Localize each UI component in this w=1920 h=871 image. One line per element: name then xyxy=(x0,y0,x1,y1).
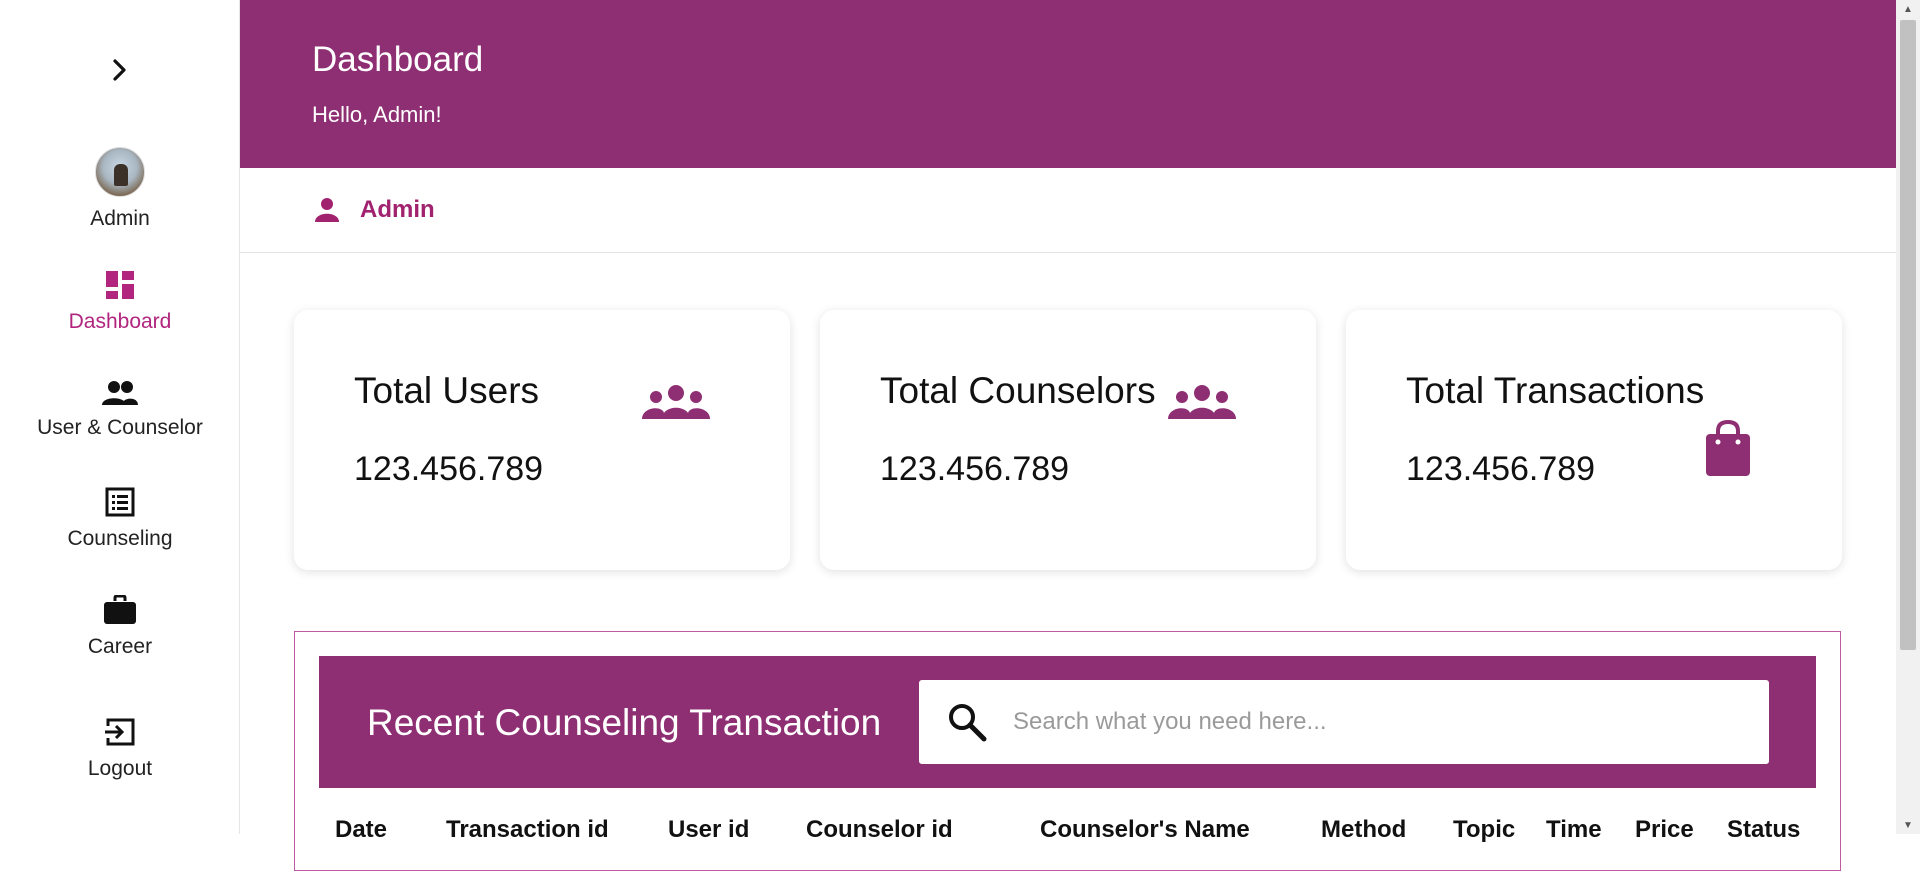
page-scrollbar[interactable]: ▲ ▼ xyxy=(1896,0,1920,834)
column-header-topic[interactable]: Topic xyxy=(1453,816,1515,844)
sidebar-item-dashboard[interactable]: Dashboard xyxy=(0,270,240,334)
page-title: Dashboard xyxy=(312,40,484,79)
column-header-transaction-id[interactable]: Transaction id xyxy=(446,816,609,844)
dashboard-icon xyxy=(106,271,134,299)
current-user-name[interactable]: Admin xyxy=(360,196,435,224)
transactions-header: Recent Counseling Transaction xyxy=(319,656,1816,788)
column-header-status[interactable]: Status xyxy=(1727,816,1800,844)
sidebar-item-label: User & Counselor xyxy=(37,416,203,439)
stat-card-total-transactions: Total Transactions 123.456.789 xyxy=(1346,310,1842,570)
stat-value: 123.456.789 xyxy=(880,450,1070,488)
sidebar-item-career[interactable]: Career xyxy=(0,595,240,659)
search-box[interactable] xyxy=(919,680,1769,764)
column-header-time[interactable]: Time xyxy=(1546,816,1602,844)
stat-card-total-users: Total Users 123.456.789 xyxy=(294,310,790,570)
column-header-date[interactable]: Date xyxy=(335,816,387,844)
stat-card-total-counselors: Total Counselors 123.456.789 xyxy=(820,310,1316,570)
chevron-right-icon xyxy=(113,59,126,81)
stat-title: Total Users xyxy=(354,370,540,411)
sidebar-item-label: Career xyxy=(87,635,153,658)
sidebar-item-label: Admin xyxy=(90,207,150,230)
user-icon xyxy=(315,198,339,222)
transactions-panel: Recent Counseling Transaction Date Trans… xyxy=(294,631,1841,871)
stat-value: 123.456.789 xyxy=(354,450,544,488)
transactions-title: Recent Counseling Transaction xyxy=(367,702,882,743)
search-icon[interactable] xyxy=(947,702,987,742)
sidebar: Admin Dashboard User & Counselor Counsel… xyxy=(0,0,240,834)
user-bar: Admin xyxy=(240,168,1896,253)
scroll-down-arrow-icon[interactable]: ▼ xyxy=(1896,816,1920,834)
column-header-counselor-id[interactable]: Counselor id xyxy=(806,816,953,844)
greeting-text: Hello, Admin! xyxy=(312,102,442,127)
scroll-up-arrow-icon[interactable]: ▲ xyxy=(1896,0,1920,18)
scrollbar-thumb[interactable] xyxy=(1900,20,1916,650)
column-header-user-id[interactable]: User id xyxy=(668,816,749,844)
shopping-bag-icon xyxy=(1706,420,1750,476)
sidebar-item-label: Logout xyxy=(87,757,153,780)
column-header-price[interactable]: Price xyxy=(1635,816,1694,844)
group-icon xyxy=(642,385,710,419)
column-header-method[interactable]: Method xyxy=(1321,816,1406,844)
list-icon xyxy=(105,487,135,517)
sidebar-item-label: Counseling xyxy=(67,527,173,550)
sidebar-item-counseling[interactable]: Counseling xyxy=(0,487,240,551)
avatar xyxy=(95,147,145,197)
stat-value: 123.456.789 xyxy=(1406,450,1596,488)
sidebar-item-admin[interactable]: Admin xyxy=(0,147,240,231)
sidebar-item-label: Dashboard xyxy=(68,310,172,333)
group-icon xyxy=(1168,385,1236,419)
stat-title: Total Transactions xyxy=(1406,370,1705,411)
sidebar-item-user-counselor[interactable]: User & Counselor xyxy=(0,380,240,440)
expand-sidebar-button[interactable] xyxy=(102,52,138,88)
search-input[interactable] xyxy=(1013,708,1713,736)
logout-icon xyxy=(105,718,135,746)
column-header-counselor-name[interactable]: Counselor's Name xyxy=(1040,816,1250,844)
sidebar-item-logout[interactable]: Logout xyxy=(0,717,240,781)
stat-title: Total Counselors xyxy=(880,370,1156,411)
briefcase-icon xyxy=(104,595,136,624)
page-header: Dashboard Hello, Admin! xyxy=(240,0,1896,168)
people-icon xyxy=(102,381,138,405)
table-header-row: Date Transaction id User id Counselor id… xyxy=(295,816,1840,856)
